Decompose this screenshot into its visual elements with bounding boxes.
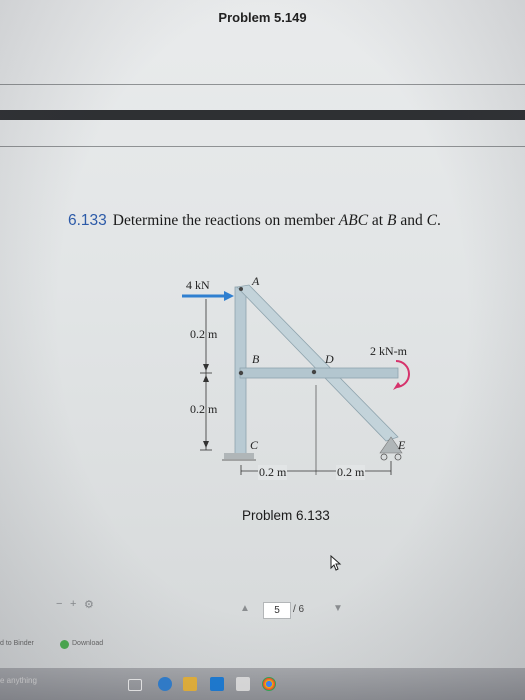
problem-text-2: at — [368, 212, 387, 229]
problem-text-3: and — [396, 212, 427, 229]
dim-horizontal-left-label: 0.2 m — [258, 465, 288, 480]
problem-point-c: C — [426, 212, 437, 229]
next-page-arrow-icon[interactable]: ▼ — [333, 603, 343, 614]
page-gap-band — [0, 110, 525, 120]
frame-diagram — [182, 284, 410, 475]
moment-label: 2 kN-m — [370, 344, 407, 358]
point-a-label: A — [252, 274, 260, 288]
previous-page-title: Problem 5.149 — [218, 10, 307, 25]
page-divider-bottom — [0, 146, 525, 147]
rotate-icon[interactable]: ⚙ — [84, 598, 94, 611]
member-bd — [239, 367, 399, 379]
problem-number: 6.133 — [68, 212, 107, 229]
zoom-in-button[interactable]: + — [70, 598, 76, 610]
pin-a — [239, 287, 243, 291]
point-b-label: B — [252, 352, 260, 366]
page-divider-top — [0, 84, 525, 85]
file-explorer-icon[interactable] — [183, 677, 197, 691]
page-number-input[interactable]: 5 — [263, 602, 291, 619]
download-icon — [60, 640, 69, 649]
point-c-label: C — [250, 438, 259, 452]
pin-b — [238, 370, 244, 376]
problem-text-4: . — [436, 212, 441, 229]
problem-statement: 6.133 Determine the reactions on member A… — [68, 212, 441, 230]
previous-page-arrow-icon[interactable]: ▲ — [240, 603, 250, 614]
point-e-label: E — [398, 438, 406, 452]
zoom-out-button[interactable]: − — [56, 598, 62, 610]
mail-icon[interactable] — [210, 677, 224, 691]
taskbar-search-input[interactable]: e anything — [0, 676, 37, 685]
frame-figure: 4 kN A 0.2 m B D 2 kN-m 0.2 m C E 0.2 m … — [160, 265, 450, 495]
member-ae — [236, 284, 399, 442]
figure-caption: Problem 6.133 — [242, 508, 330, 523]
edge-browser-icon[interactable] — [158, 677, 172, 691]
store-icon[interactable] — [236, 677, 250, 691]
add-to-binder-button[interactable]: d to Binder — [0, 640, 34, 647]
problem-text-1: Determine the reactions on member — [112, 212, 339, 229]
point-d-label: D — [325, 352, 334, 366]
pin-d — [311, 369, 317, 375]
document-actions-bar: d to Binder Download — [0, 638, 525, 652]
chrome-browser-icon[interactable] — [262, 677, 276, 691]
page-total: / 6 — [293, 604, 305, 615]
force-label: 4 kN — [186, 278, 210, 292]
download-button[interactable]: Download — [72, 640, 103, 647]
dim-horizontal-right-label: 0.2 m — [336, 465, 366, 480]
dim-vertical-top-label: 0.2 m — [190, 327, 218, 341]
mouse-cursor-icon — [330, 555, 342, 571]
support-c — [224, 453, 254, 459]
task-view-icon[interactable] — [128, 679, 142, 691]
problem-member: ABC — [338, 212, 369, 229]
dim-vertical-bottom-label: 0.2 m — [190, 402, 218, 416]
